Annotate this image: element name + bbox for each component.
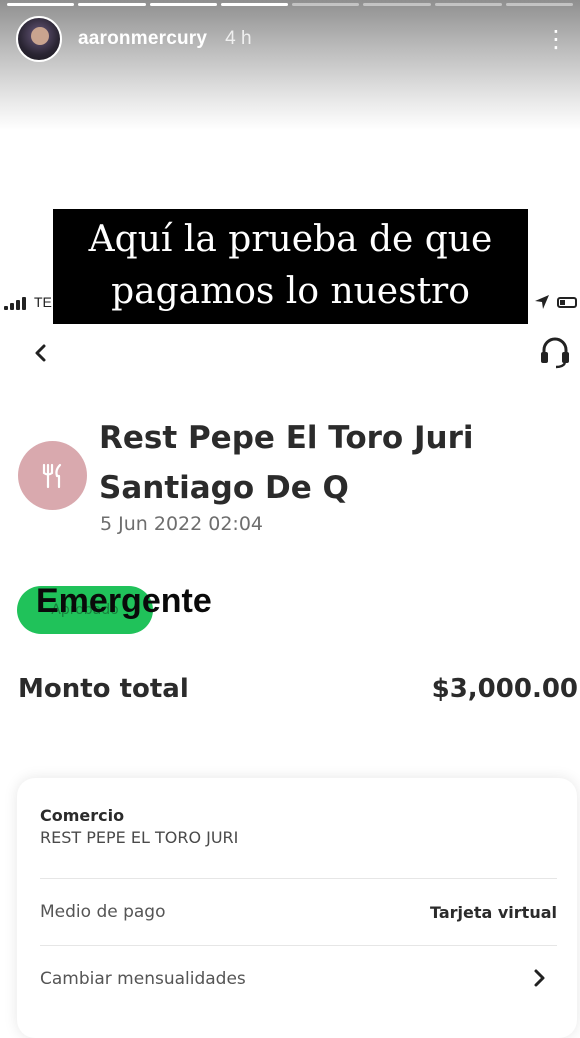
comercio-label: Comercio <box>40 806 125 825</box>
transaction-date: 5 Jun 2022 02:04 <box>100 513 264 535</box>
fork-knife-icon <box>42 463 61 488</box>
progress-segment <box>292 3 360 6</box>
story-header: aaronmercury 4 h ⋮ <box>16 16 568 62</box>
location-arrow-icon <box>535 295 549 309</box>
progress-segment <box>505 3 573 6</box>
progress-segment <box>363 3 431 6</box>
story-text-sticker: Emergente <box>36 582 212 620</box>
avatar[interactable] <box>16 16 62 62</box>
merchant-category-icon <box>18 441 87 510</box>
total-amount: $3,000.00 <box>431 674 578 704</box>
merchant-name-line: Santiago De Q <box>99 470 349 506</box>
story-caption: Aquí la prueba de que pagamos lo nuestro <box>53 209 528 324</box>
divider <box>40 945 557 946</box>
merchant-name: Rest Pepe El Toro Juri Santiago De Q <box>99 413 569 513</box>
time-ago: 4 h <box>225 28 252 49</box>
total-label: Monto total <box>18 674 189 704</box>
back-chevron-icon[interactable] <box>28 340 54 366</box>
headset-icon[interactable] <box>537 334 573 370</box>
cambiar-mensualidades-row[interactable]: Cambiar mensualidades <box>40 969 246 989</box>
progress-segment <box>149 3 217 6</box>
comercio-value: REST PEPE EL TORO JURI <box>40 828 239 847</box>
progress-segment <box>7 3 75 6</box>
medio-de-pago-label: Medio de pago <box>40 902 166 922</box>
progress-segment <box>220 3 288 6</box>
signal-icon <box>4 296 28 310</box>
progress-segment <box>434 3 502 6</box>
divider <box>40 878 557 879</box>
merchant-name-line: Rest Pepe El Toro Juri <box>99 420 474 456</box>
medio-de-pago-value: Tarjeta virtual <box>429 903 557 922</box>
battery-icon <box>557 297 577 308</box>
chevron-right-icon[interactable] <box>533 968 547 988</box>
caption-line: Aquí la prueba de que <box>88 219 493 260</box>
caption-line: pagamos lo nuestro <box>111 271 470 312</box>
details-card: Comercio REST PEPE EL TORO JURI Medio de… <box>17 778 577 1038</box>
carrier-name: TE <box>34 294 52 310</box>
story-progress-bar <box>7 3 573 6</box>
username[interactable]: aaronmercury <box>78 28 207 50</box>
more-vertical-icon[interactable]: ⋮ <box>544 27 568 51</box>
progress-segment <box>78 3 146 6</box>
